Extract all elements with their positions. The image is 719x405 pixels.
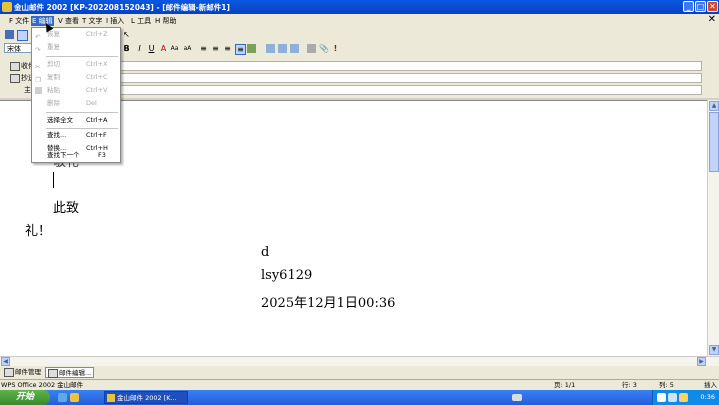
status-mode: 插入	[704, 381, 717, 389]
tray-network-icon[interactable]	[657, 393, 666, 402]
menu-item-copy[interactable]: ❐ 复制 Ctrl+C	[32, 71, 120, 84]
menu-item-cut[interactable]: ✂ 剪切 Ctrl+X	[32, 58, 120, 71]
to-icon[interactable]	[10, 61, 20, 71]
table-icon[interactable]	[266, 44, 275, 53]
clock: 0:36	[700, 393, 715, 401]
mail-app-icon	[107, 394, 115, 402]
start-button[interactable]: 开始	[0, 390, 50, 405]
paste-icon	[35, 87, 42, 94]
cc-field[interactable]	[110, 73, 702, 83]
maximize-button[interactable]: □	[695, 1, 706, 12]
system-tray: 0:36	[652, 390, 719, 405]
menu-insert[interactable]: I 插入	[105, 16, 125, 26]
app-icon	[2, 2, 12, 12]
redo-icon: ↷	[35, 46, 41, 54]
copy-icon: ❐	[35, 76, 41, 84]
signature-name: d	[261, 245, 270, 260]
signature-id: lsy6129	[261, 268, 313, 283]
menu-file[interactable]: F 文件	[8, 16, 30, 26]
subject-field[interactable]	[110, 85, 702, 95]
tab-mail-manage[interactable]: 邮件管理	[2, 367, 43, 378]
align-center-icon[interactable]: ≡	[211, 44, 220, 53]
folder-icon[interactable]	[70, 393, 79, 402]
status-page: 页: 1/1	[554, 381, 576, 389]
underline-icon[interactable]: U	[147, 44, 156, 53]
attach-icon[interactable]: 📎	[319, 44, 329, 53]
cc-icon[interactable]	[10, 73, 20, 83]
send-icon[interactable]	[17, 30, 28, 41]
scroll-thumb[interactable]	[709, 112, 719, 172]
status-line: 行: 3	[622, 381, 637, 389]
menu-item-delete[interactable]: 删除 Del	[32, 97, 120, 110]
body-closing-2: 礼！	[25, 224, 52, 239]
tray-volume-icon[interactable]	[668, 393, 677, 402]
scroll-up-icon[interactable]: ▲	[709, 101, 719, 111]
scroll-left-icon[interactable]: ◀	[1, 357, 10, 366]
browser-icon[interactable]	[58, 393, 67, 402]
mail-manage-icon	[4, 367, 14, 377]
priority-icon[interactable]: !	[331, 44, 340, 53]
to-field[interactable]	[110, 61, 702, 71]
menu-separator	[46, 112, 118, 113]
menu-text[interactable]: T 文字	[81, 16, 104, 26]
tray-app-icon[interactable]	[679, 393, 688, 402]
tab-mail-edit[interactable]: 邮件编辑...	[45, 367, 95, 378]
menu-item-select-all[interactable]: 选择全文 Ctrl+A	[32, 114, 120, 127]
scroll-right-icon[interactable]: ▶	[697, 357, 706, 366]
status-app: WPS Office 2002 金山邮件	[1, 381, 84, 389]
italic-icon[interactable]: I	[135, 44, 144, 53]
align-right-icon[interactable]: ≡	[223, 44, 232, 53]
close-button[interactable]: ✕	[707, 1, 718, 12]
menu-item-redo[interactable]: ↷ 重复	[32, 41, 120, 54]
menu-help[interactable]: H 帮助	[154, 16, 178, 26]
title-bar: 金山邮件 2002 [KP-202208152043] - [邮件编辑-新邮件1…	[0, 0, 719, 14]
keyboard-icon[interactable]	[512, 394, 522, 401]
mail-edit-icon	[48, 368, 58, 378]
cut-icon: ✂	[35, 63, 41, 71]
menu-item-find[interactable]: 查找... Ctrl+F	[32, 129, 120, 142]
minimize-button[interactable]: _	[683, 1, 694, 12]
justify-icon[interactable]: ≡	[235, 44, 246, 55]
address-book-icon[interactable]	[307, 44, 316, 53]
vertical-scrollbar[interactable]: ▲ ▼	[707, 100, 719, 356]
menu-view[interactable]: V 查看	[57, 16, 80, 26]
doc-close-icon[interactable]: ✕	[708, 15, 716, 25]
font-shrink-icon[interactable]: aA	[183, 44, 192, 53]
status-col: 列: 5	[659, 381, 674, 389]
edit-menu-dropdown: ↶ 恢复 Ctrl+Z ↷ 重复 ✂ 剪切 Ctrl+X ❐ 复制 Ctrl+C…	[31, 27, 121, 163]
table-delete-icon[interactable]	[290, 44, 299, 53]
align-left-icon[interactable]: ≡	[199, 44, 208, 53]
signature-date: 2025年12月1日00:36	[261, 296, 396, 311]
taskbar-item-mail[interactable]: 金山邮件 2002 [K...	[104, 391, 188, 404]
bold-icon[interactable]: B	[122, 44, 131, 53]
text-caret	[53, 172, 54, 188]
undo-icon: ↶	[35, 33, 41, 41]
save-icon[interactable]	[5, 30, 14, 39]
menu-tools[interactable]: L 工具	[130, 16, 152, 26]
document-tabs: 邮件管理 邮件编辑...	[0, 366, 719, 379]
scroll-down-icon[interactable]: ▼	[709, 345, 719, 355]
menu-item-find-next[interactable]: 查找下一个 F3	[32, 149, 120, 162]
window-title: 金山邮件 2002 [KP-202208152043] - [邮件编辑-新邮件1…	[14, 3, 230, 12]
taskbar: 开始 金山邮件 2002 [K... 0:36	[0, 390, 719, 405]
font-grow-icon[interactable]: Aa	[170, 44, 179, 53]
font-color-icon[interactable]: A	[159, 44, 168, 53]
pointer-icon[interactable]: ↖	[122, 30, 131, 39]
menu-separator	[46, 56, 118, 57]
insert-image-icon[interactable]	[247, 44, 256, 53]
table-insert-icon[interactable]	[278, 44, 287, 53]
menu-item-paste[interactable]: 粘贴 Ctrl+V	[32, 84, 120, 97]
body-closing-1: 此致	[53, 201, 80, 216]
